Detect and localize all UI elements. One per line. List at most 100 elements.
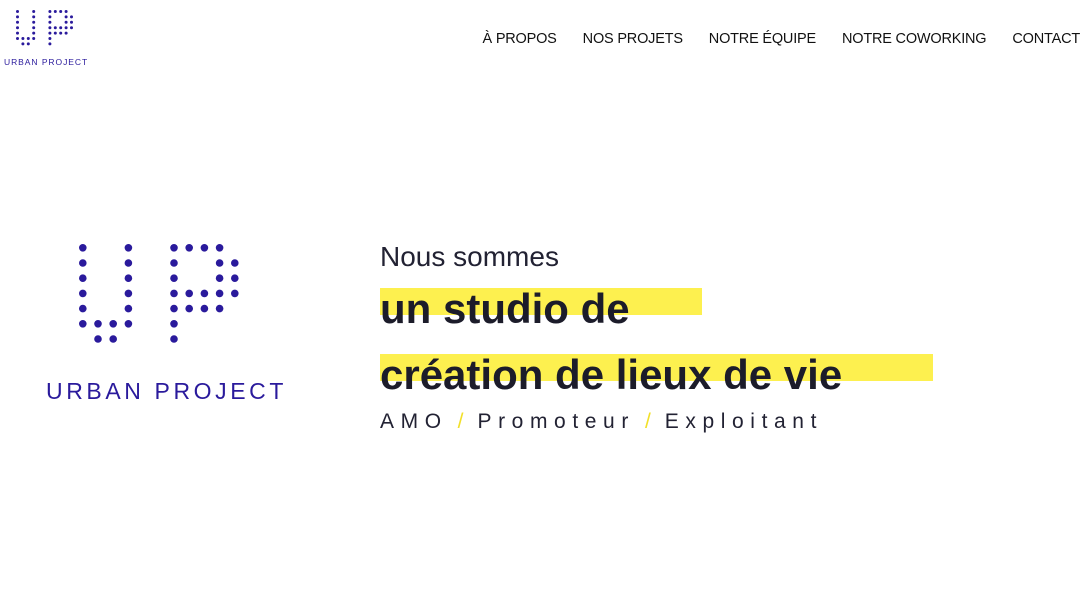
nav-item-nos-projets[interactable]: NOS PROJETS	[583, 31, 683, 47]
hero-headline-line-2: création de lieux de vie	[380, 342, 1020, 408]
logo-dot	[94, 320, 102, 328]
logo-dot	[215, 304, 224, 313]
logo-dot	[79, 304, 87, 313]
nav-item-notre-equipe[interactable]: NOTRE ÉQUIPE	[709, 31, 816, 47]
logo-dot	[79, 274, 87, 282]
logo-dot	[215, 259, 224, 267]
logo-dot	[70, 15, 73, 19]
nav-item-contact[interactable]: CONTACT	[1012, 31, 1080, 47]
logo-dot	[124, 289, 133, 298]
logo-dot	[200, 289, 209, 298]
logo-dot	[53, 10, 57, 13]
logo-dot	[124, 320, 133, 328]
logo-dot	[64, 20, 68, 24]
up-logo-icon	[16, 10, 73, 46]
header-logo-link[interactable]: URBAN PROJECT	[4, 10, 89, 70]
logo-dot	[200, 244, 209, 252]
logo-dot	[231, 289, 239, 298]
logo-dot	[59, 10, 63, 13]
service-promoteur: Promoteur	[477, 410, 635, 433]
logo-dot	[200, 304, 209, 313]
logo-dot	[170, 320, 178, 328]
logo-dot	[124, 244, 133, 252]
logo-dot	[16, 20, 19, 24]
services-list: AMO / Promoteur / Exploitant	[380, 410, 1020, 434]
logo-dot	[32, 10, 36, 13]
logo-dot	[170, 259, 178, 267]
header-logo-text: URBAN PROJECT	[4, 57, 89, 67]
logo-dot	[48, 37, 52, 40]
logo-dot	[170, 304, 178, 313]
hero-headline-line-1: un studio de	[380, 276, 1020, 342]
logo-dot	[231, 259, 239, 267]
logo-dot	[109, 320, 117, 328]
logo-dot	[231, 274, 239, 282]
logo-dot	[26, 42, 30, 46]
logo-dot	[21, 42, 25, 46]
logo-dot	[64, 31, 68, 35]
hero-text: Nous sommes un studio de création de lie…	[380, 238, 1020, 434]
logo-dot	[48, 42, 52, 46]
logo-dot	[32, 37, 36, 40]
logo-dot	[215, 244, 224, 252]
logo-dot	[21, 37, 25, 40]
logo-dot	[70, 20, 73, 24]
logo-dot	[170, 289, 178, 298]
hero-logo-text: URBAN PROJECT	[46, 378, 288, 404]
logo-dot	[185, 304, 193, 313]
logo-dot	[32, 26, 36, 30]
up-logo-large-icon	[79, 244, 239, 343]
logo-dot	[79, 259, 87, 267]
logo-dot	[215, 289, 224, 298]
logo-dot	[64, 15, 68, 19]
logo-dot	[48, 20, 52, 24]
logo-dot	[79, 320, 87, 328]
logo-dot	[48, 31, 52, 35]
nav-item-notre-coworking[interactable]: NOTRE COWORKING	[842, 31, 987, 47]
logo-dot	[170, 335, 178, 343]
logo-dot	[59, 31, 63, 35]
service-exploitant: Exploitant	[664, 410, 824, 433]
logo-dot	[16, 31, 19, 35]
hero-headline-text-2: création de lieux de vie	[380, 351, 843, 398]
logo-dot	[26, 37, 30, 40]
logo-dot	[185, 289, 193, 298]
logo-dot	[32, 20, 36, 24]
nav-item-a-propos[interactable]: À PROPOS	[483, 31, 557, 47]
logo-dot	[94, 335, 102, 343]
logo-dot	[16, 10, 19, 13]
logo-dot	[48, 26, 52, 30]
logo-dot	[70, 26, 73, 30]
logo-dot	[170, 244, 178, 252]
hero-intro: Nous sommes	[380, 241, 559, 272]
logo-dot	[48, 15, 52, 19]
site-header: URBAN PROJECT À PROPOS NOS PROJETS NOTRE…	[0, 0, 1080, 80]
logo-dot	[64, 26, 68, 30]
service-separator: /	[457, 410, 464, 433]
logo-dot	[59, 26, 63, 30]
service-separator: /	[644, 410, 651, 433]
page: URBAN PROJECT À PROPOS NOS PROJETS NOTRE…	[0, 0, 1080, 595]
logo-dot	[53, 26, 57, 30]
logo-dot	[79, 244, 87, 252]
main-nav: À PROPOS NOS PROJETS NOTRE ÉQUIPE NOTRE …	[483, 27, 1080, 51]
logo-dot	[53, 31, 57, 35]
logo-dot	[16, 26, 19, 30]
logo-dot	[124, 304, 133, 313]
logo-dot	[124, 259, 133, 267]
logo-dot	[16, 37, 19, 40]
hero-headline-text-1: un studio de	[380, 285, 630, 332]
logo-dot	[64, 10, 68, 13]
hero-logo: URBAN PROJECT	[46, 244, 286, 410]
logo-dot	[32, 15, 36, 19]
logo-dot	[124, 274, 133, 282]
logo-dot	[109, 335, 117, 343]
logo-dot	[185, 244, 193, 252]
logo-dot	[16, 15, 19, 19]
service-amo: AMO	[380, 410, 448, 433]
logo-dot	[79, 289, 87, 298]
logo-dot	[170, 274, 178, 282]
logo-dot	[32, 31, 36, 35]
logo-dot	[215, 274, 224, 282]
logo-dot	[48, 10, 52, 13]
